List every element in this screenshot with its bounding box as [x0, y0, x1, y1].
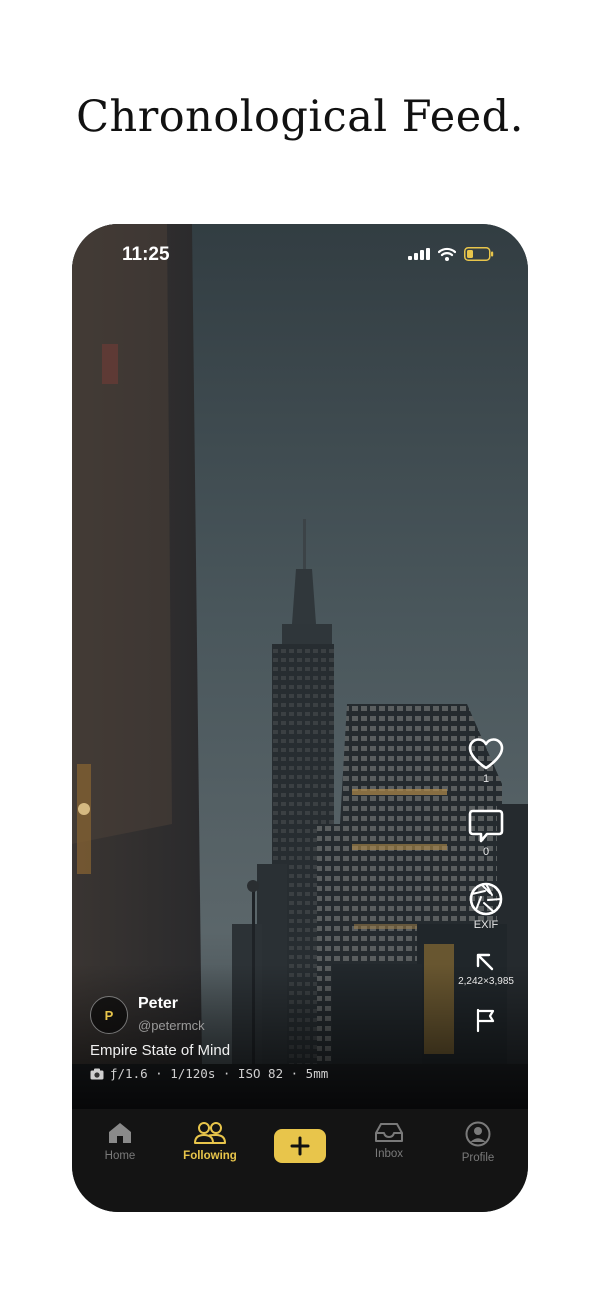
- tab-profile[interactable]: Profile: [438, 1121, 518, 1164]
- tab-home[interactable]: Home: [80, 1121, 160, 1162]
- profile-icon: [465, 1121, 491, 1147]
- battery-icon: [464, 247, 494, 261]
- page-headline: Chronological Feed.: [76, 92, 524, 142]
- heart-icon: [468, 738, 504, 770]
- add-post-button[interactable]: [274, 1129, 326, 1163]
- status-time: 11:25: [122, 244, 170, 265]
- post-caption: Empire State of Mind: [90, 1042, 231, 1059]
- post-author[interactable]: P Peter @petermck: [90, 995, 420, 1040]
- post-actions: 1 0 EXIF 2,242×3,985: [458, 737, 514, 1033]
- fullscreen-button[interactable]: 2,242×3,985: [458, 952, 514, 989]
- aperture-icon: [469, 882, 503, 916]
- flag-icon: [476, 1008, 495, 1033]
- exif-summary: ƒ/1.6 · 1/120s · ISO 82 · 5mm: [90, 1066, 328, 1081]
- signal-icon: [408, 248, 430, 260]
- wifi-icon: [438, 247, 456, 261]
- like-count: 1: [482, 773, 490, 785]
- tab-bar: Home Following Inbox Profile: [72, 1109, 528, 1212]
- tab-inbox-label: Inbox: [374, 1148, 404, 1160]
- inbox-icon: [375, 1123, 403, 1142]
- avatar[interactable]: P: [90, 996, 128, 1034]
- exif-text: ƒ/1.6 · 1/120s · ISO 82 · 5mm: [110, 1066, 329, 1081]
- people-icon: [194, 1122, 226, 1144]
- report-button[interactable]: [474, 1007, 498, 1033]
- tab-home-label: Home: [104, 1150, 136, 1162]
- tab-inbox[interactable]: Inbox: [349, 1121, 429, 1160]
- like-button[interactable]: 1: [467, 737, 505, 786]
- user-handle[interactable]: @petermck: [138, 1018, 205, 1033]
- phone-frame: 11:25 1 0 EXIF 2,242×3,985 P Peter @pete…: [72, 224, 528, 1212]
- comment-count: 0: [482, 846, 490, 858]
- tab-following[interactable]: Following: [170, 1121, 250, 1162]
- exif-button[interactable]: EXIF: [468, 881, 504, 932]
- tab-profile-label: Profile: [461, 1152, 495, 1164]
- plus-icon: [290, 1136, 310, 1156]
- tab-following-label: Following: [183, 1150, 237, 1162]
- expand-icon: [476, 953, 494, 971]
- camera-icon: [90, 1068, 104, 1079]
- comment-icon: [468, 809, 504, 843]
- exif-label: EXIF: [473, 919, 499, 931]
- status-icons: [408, 246, 494, 262]
- status-bar: 11:25: [72, 224, 528, 284]
- home-icon: [109, 1123, 131, 1143]
- username[interactable]: Peter: [138, 995, 178, 1013]
- resolution-label: 2,242×3,985: [458, 976, 514, 987]
- comment-button[interactable]: 0: [467, 808, 505, 859]
